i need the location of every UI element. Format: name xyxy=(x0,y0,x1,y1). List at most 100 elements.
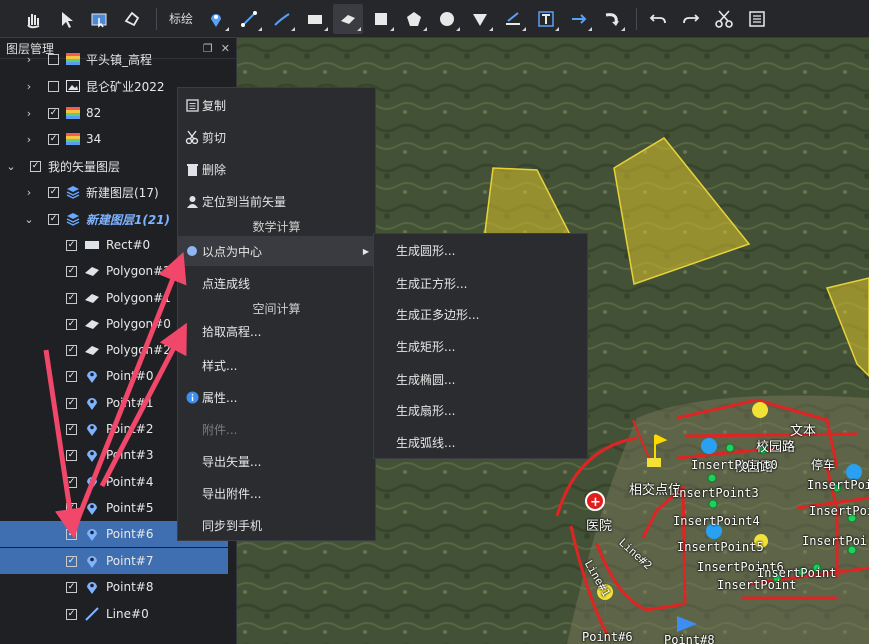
measure-ruler-button[interactable] xyxy=(498,4,528,34)
layer-checkbox[interactable]: ✓ xyxy=(66,265,77,277)
layer-checkbox[interactable]: ✓ xyxy=(66,239,77,251)
polygon-feature-icon xyxy=(85,264,99,278)
map-label: InsertPoint0 xyxy=(691,458,778,472)
submenu-item[interactable]: 生成扇形... xyxy=(396,402,455,419)
menu-delete[interactable]: 删除 xyxy=(178,154,375,184)
polygon-select-button[interactable] xyxy=(117,4,147,34)
menu-locate[interactable]: 定位到当前矢量 xyxy=(178,186,375,216)
layer-checkbox[interactable]: ✓ xyxy=(66,528,77,540)
layer-checkbox[interactable] xyxy=(48,53,59,65)
submenu-item[interactable]: 生成矩形... xyxy=(396,338,455,355)
layer-checkbox[interactable]: ✓ xyxy=(66,449,77,461)
layer-checkbox[interactable]: ✓ xyxy=(66,370,77,382)
square-button[interactable] xyxy=(366,4,396,34)
menu-connect-points-label: 点连成线 xyxy=(202,276,251,291)
map-label: InsertPoint5 xyxy=(677,540,764,554)
layer-checkbox[interactable]: ✓ xyxy=(48,213,59,225)
submenu-item[interactable]: 生成圆形... xyxy=(396,242,455,259)
funnel-button[interactable] xyxy=(465,4,495,34)
pan-hand-icon xyxy=(27,13,40,28)
menu-sync-phone[interactable]: 同步到手机 xyxy=(178,510,375,540)
arrow-button[interactable] xyxy=(564,4,594,34)
chevron-right-icon[interactable]: › xyxy=(24,80,34,93)
layer-checkbox[interactable]: ✓ xyxy=(30,160,41,172)
raster-layer-icon xyxy=(66,52,80,66)
point-marker-button[interactable] xyxy=(201,4,231,34)
layer-name: Polygon#2 xyxy=(106,343,171,357)
menu-export-vector[interactable]: 导出矢量... xyxy=(178,446,375,476)
pentagon-button[interactable] xyxy=(399,4,429,34)
menu-copy[interactable]: 复制 xyxy=(178,90,375,120)
point-feature-icon xyxy=(85,422,99,436)
dropdown-corner-icon xyxy=(390,26,395,31)
curved-arrow-button[interactable] xyxy=(597,4,627,34)
menu-cut[interactable]: 剪切 xyxy=(178,122,375,152)
freehand-line-icon xyxy=(274,12,290,26)
layer-checkbox[interactable]: ✓ xyxy=(66,502,77,514)
chevron-right-icon[interactable]: › xyxy=(24,107,34,120)
chevron-right-icon[interactable]: › xyxy=(24,186,34,199)
box-select-button[interactable] xyxy=(84,4,114,34)
layer-tree-row[interactable]: ✓ Point#7 xyxy=(0,548,228,574)
menu-properties[interactable]: 属性... xyxy=(178,382,375,412)
flag-marker[interactable] xyxy=(647,458,661,467)
point-marker-icon xyxy=(211,13,222,27)
undo-button[interactable] xyxy=(643,4,673,34)
layer-checkbox[interactable]: ✓ xyxy=(66,608,77,620)
chevron-down-icon[interactable]: ⌄ xyxy=(6,160,16,173)
filled-polygon-button[interactable] xyxy=(333,3,364,34)
line-feature-icon xyxy=(85,607,99,621)
submenu-item[interactable]: 生成正方形... xyxy=(396,275,467,292)
menu-connect-points[interactable]: 点连成线 xyxy=(178,268,375,298)
chevron-right-icon[interactable]: › xyxy=(24,53,34,66)
layer-tree-row[interactable]: › 平头镇_高程 xyxy=(0,46,228,72)
layer-checkbox[interactable]: ✓ xyxy=(66,476,77,488)
rectangle-button[interactable] xyxy=(300,4,330,34)
layer-name: Rect#0 xyxy=(106,238,151,252)
menu-export-attachment[interactable]: 导出附件... xyxy=(178,478,375,508)
scissors-button[interactable] xyxy=(709,4,739,34)
measure-ruler-icon xyxy=(506,11,521,25)
layer-checkbox[interactable]: ✓ xyxy=(48,133,59,145)
raster-layer-icon xyxy=(66,132,80,146)
submenu-item[interactable]: 生成椭圆... xyxy=(396,371,455,388)
chevron-right-icon[interactable]: › xyxy=(24,133,34,146)
layer-tree-row[interactable]: ✓ Point#8 xyxy=(0,574,228,600)
layer-tree-row[interactable]: ✓ Line#0 xyxy=(0,601,228,627)
redo-button[interactable] xyxy=(676,4,706,34)
menu-point-center-label: 以点为中心 xyxy=(202,244,263,259)
layer-name: Point#7 xyxy=(106,554,154,568)
menu-style[interactable]: 样式... xyxy=(178,350,375,380)
chevron-down-icon[interactable]: ⌄ xyxy=(24,213,34,226)
menu-pick-elevation[interactable]: 拾取高程... xyxy=(178,316,375,346)
layer-checkbox[interactable]: ✓ xyxy=(66,581,77,593)
layer-checkbox[interactable]: ✓ xyxy=(66,423,77,435)
submenu-item[interactable]: 生成正多边形... xyxy=(396,306,479,323)
layer-checkbox[interactable]: ✓ xyxy=(66,292,77,304)
layer-checkbox[interactable]: ✓ xyxy=(66,555,77,567)
image-layer-icon xyxy=(66,79,80,93)
user-marker[interactable] xyxy=(701,438,717,454)
map-label: 停车 xyxy=(811,458,836,472)
pan-hand-button[interactable] xyxy=(18,4,48,34)
list-button[interactable] xyxy=(742,4,772,34)
select-pointer-button[interactable] xyxy=(51,4,81,34)
menu-point-center[interactable]: 以点为中心 ▶ xyxy=(178,236,375,266)
layer-checkbox[interactable] xyxy=(48,80,59,92)
layer-checkbox[interactable]: ✓ xyxy=(48,186,59,198)
map-label: Point#6 xyxy=(582,630,633,644)
layer-name: Point#0 xyxy=(106,369,154,383)
undo-icon xyxy=(649,13,666,23)
circle-button[interactable] xyxy=(432,4,462,34)
layer-checkbox[interactable]: ✓ xyxy=(48,107,59,119)
freehand-line-button[interactable] xyxy=(267,4,297,34)
layer-checkbox[interactable]: ✓ xyxy=(66,397,77,409)
text-box-button[interactable] xyxy=(531,4,561,34)
layer-name: Point#5 xyxy=(106,501,154,515)
polyline-button[interactable] xyxy=(234,4,264,34)
submenu-item[interactable]: 生成弧线... xyxy=(396,434,455,451)
layer-name: Point#6 xyxy=(106,527,154,541)
point-feature-icon xyxy=(85,448,99,462)
layer-checkbox[interactable]: ✓ xyxy=(66,344,77,356)
layer-checkbox[interactable]: ✓ xyxy=(66,318,77,330)
